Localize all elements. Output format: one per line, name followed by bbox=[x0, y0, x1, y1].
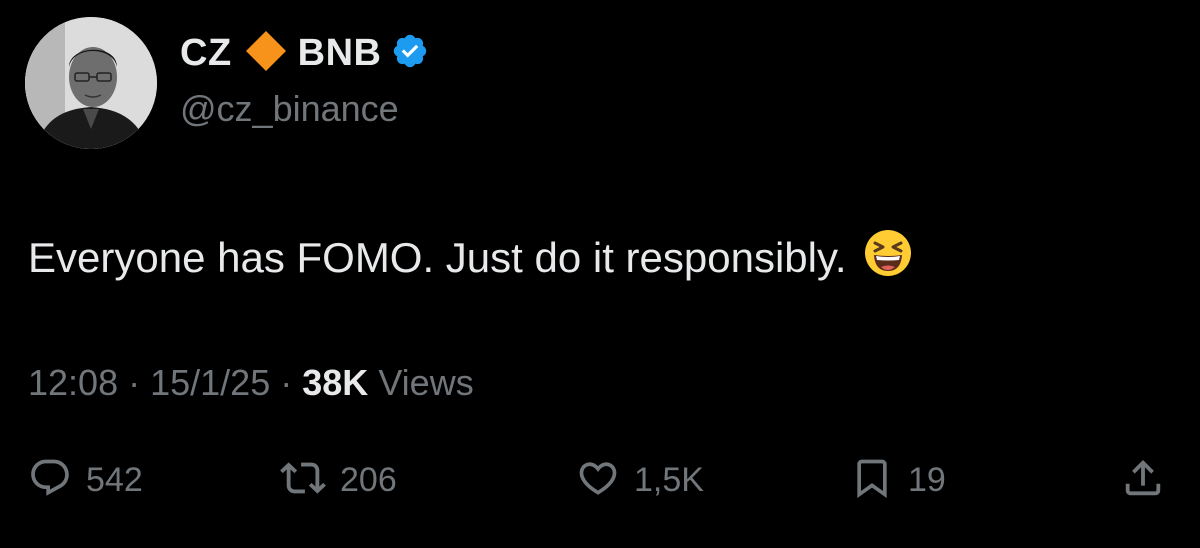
tweet-date[interactable]: 15/1/25 bbox=[150, 362, 270, 403]
repost-button[interactable]: 206 bbox=[280, 452, 397, 508]
grinning-squinting-face-emoji-icon bbox=[863, 228, 913, 288]
tweet-card: CZ BNB @cz_binance Everyone has FOMO. Ju… bbox=[0, 0, 1200, 548]
share-button[interactable] bbox=[1120, 452, 1166, 508]
author-handle[interactable]: @cz_binance bbox=[180, 88, 399, 130]
verified-badge-icon bbox=[391, 32, 429, 75]
bookmark-button[interactable]: 19 bbox=[850, 452, 946, 508]
tweet-text: Everyone has FOMO. Just do it responsibl… bbox=[28, 234, 847, 281]
meta-separator: · bbox=[128, 362, 151, 403]
heart-icon bbox=[576, 456, 620, 505]
display-name-second[interactable]: BNB bbox=[298, 32, 382, 75]
tweet-time[interactable]: 12:08 bbox=[28, 362, 118, 403]
tweet-meta: 12:08 · 15/1/25 · 38K Views bbox=[28, 362, 474, 404]
avatar[interactable] bbox=[25, 17, 157, 149]
reply-count: 542 bbox=[86, 460, 143, 499]
repost-count: 206 bbox=[340, 460, 397, 499]
action-bar: 542 206 1,5K 19 bbox=[28, 452, 1176, 508]
meta-separator: · bbox=[280, 362, 303, 403]
like-count: 1,5K bbox=[634, 460, 704, 499]
orange-diamond-icon bbox=[244, 29, 288, 78]
share-icon bbox=[1120, 455, 1166, 506]
reply-icon bbox=[28, 456, 72, 505]
views-count[interactable]: 38K bbox=[302, 362, 368, 403]
bookmark-icon bbox=[850, 456, 894, 505]
repost-icon bbox=[280, 455, 326, 506]
author-name-row[interactable]: CZ BNB bbox=[180, 28, 429, 78]
display-name-first[interactable]: CZ bbox=[180, 32, 232, 75]
bookmark-count: 19 bbox=[908, 460, 946, 499]
views-label[interactable]: Views bbox=[378, 362, 473, 403]
like-button[interactable]: 1,5K bbox=[576, 452, 704, 508]
tweet-text-container: Everyone has FOMO. Just do it responsibl… bbox=[28, 228, 913, 288]
reply-button[interactable]: 542 bbox=[28, 452, 143, 508]
